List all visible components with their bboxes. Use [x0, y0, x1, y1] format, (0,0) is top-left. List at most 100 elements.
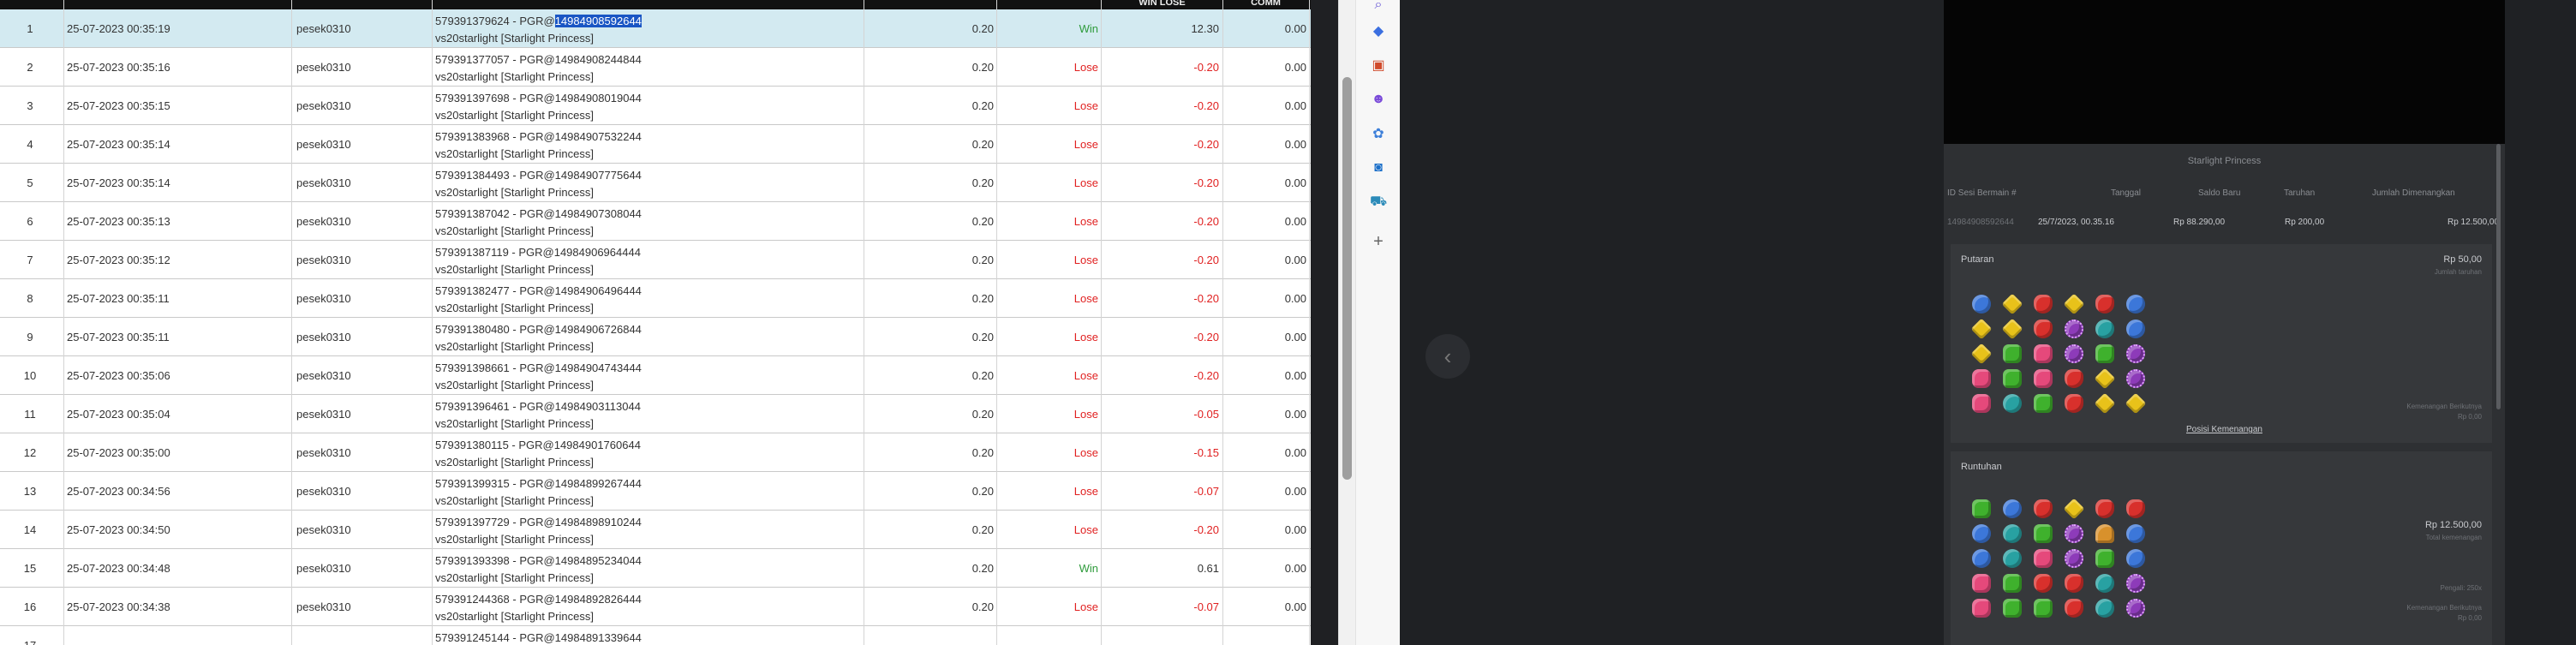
row-date: 25-07-2023 00:34:38 — [67, 600, 170, 613]
value-session-id: 14984908592644 — [1947, 218, 2014, 227]
search-icon[interactable]: ⌕ — [1370, 0, 1387, 14]
game-history-page: ‹ Starlight Princess ID Sesi Bermain # T… — [1400, 0, 2576, 645]
row-transaction-id[interactable]: 579391393398 - PGR@14984895234044 — [435, 554, 642, 567]
toolbox-icon[interactable]: ▣ — [1370, 57, 1387, 74]
row-transaction-id[interactable]: 579391398661 - PGR@14984904743444 — [435, 361, 642, 374]
row-transaction-id[interactable]: 579391397698 - PGR@14984908019044 — [435, 92, 642, 105]
row-winlose: -0.15 — [1193, 446, 1219, 459]
row-transaction-id[interactable]: 579391384493 - PGR@14984907775644 — [435, 169, 642, 182]
table-row[interactable]: 8 25-07-2023 00:35:11 pesek0310 57939138247… — [0, 279, 1311, 318]
row-transaction-id[interactable]: 579391396461 - PGR@14984903113044 — [435, 400, 641, 413]
row-winlose: 0.61 — [1197, 562, 1219, 575]
row-status — [1000, 626, 1098, 645]
row-transaction-id[interactable]: 579391245144 - PGR@14984891339644 — [435, 631, 642, 644]
row-transaction-id[interactable]: 579391397729 - PGR@14984898910244 — [435, 516, 642, 529]
row-transaction-id[interactable]: 579391399315 - PGR@14984899267444 — [435, 477, 642, 490]
spin-symbol — [2034, 368, 2053, 388]
row-transaction-id[interactable]: 579391382477 - PGR@14984906496444 — [435, 284, 642, 297]
row-commission: 0.00 — [1284, 292, 1306, 305]
spin-symbol — [2126, 343, 2145, 363]
table-row[interactable]: 14 25-07-2023 00:34:50 pesek0310 5793913977… — [0, 511, 1311, 549]
column-divider — [996, 0, 997, 645]
column-divider — [432, 0, 433, 645]
panel-scrollbar[interactable] — [2496, 144, 2501, 409]
spin-label: Putaran — [1961, 254, 1994, 265]
outlook-icon[interactable]: ◙ — [1370, 159, 1387, 176]
table-row[interactable]: 2 25-07-2023 00:35:16 pesek0310 57939137705… — [0, 48, 1311, 87]
row-username: pesek0310 — [296, 523, 351, 536]
spin-symbol — [2065, 393, 2083, 413]
row-status: Lose — [1073, 215, 1098, 228]
tag-icon[interactable]: ◆ — [1370, 22, 1387, 39]
spin-symbol — [1972, 393, 1991, 413]
table-row[interactable]: 5 25-07-2023 00:35:14 pesek0310 57939138449… — [0, 164, 1311, 202]
header-win: Jumlah Dimenangkan — [2372, 188, 2455, 198]
row-status: Lose — [1073, 254, 1098, 266]
row-transaction-id[interactable]: 579391387042 - PGR@14984907308044 — [435, 207, 642, 220]
row-commission: 0.00 — [1284, 446, 1306, 459]
row-bet: 0.20 — [971, 215, 994, 228]
row-description: 579391397729 - PGR@14984898910244 vs20sta… — [435, 511, 864, 549]
row-username: pesek0310 — [296, 176, 351, 189]
row-bet: 0.20 — [971, 138, 994, 151]
column-header-winlose: WIN LOSE — [1139, 0, 1186, 8]
column-divider — [1309, 0, 1310, 645]
row-transaction-id[interactable]: 579391377057 - PGR@14984908244844 — [435, 53, 642, 66]
row-transaction-id[interactable]: 579391244368 - PGR@14984892826444 — [435, 593, 642, 606]
spin-symbol — [2125, 392, 2147, 414]
row-transaction-id[interactable]: 579391387119 - PGR@14984906964444 — [435, 246, 641, 259]
table-row[interactable]: 3 25-07-2023 00:35:15 pesek0310 57939139769… — [0, 87, 1311, 125]
row-description: 579391387119 - PGR@14984906964444 vs20sta… — [435, 241, 864, 279]
tumble-note: Total kemenangan — [2425, 534, 2482, 541]
browser-sidebar: ⌕ ◆ ▣ ☻ ✿ ◙ ⛟ + — [1355, 0, 1402, 645]
table-row[interactable]: 4 25-07-2023 00:35:14 pesek0310 57939138396… — [0, 125, 1311, 164]
row-winlose: -0.20 — [1193, 176, 1219, 189]
table-row[interactable]: 15 25-07-2023 00:34:48 pesek0310 5793913933… — [0, 549, 1311, 588]
table-row[interactable]: 7 25-07-2023 00:35:12 pesek0310 57939138711… — [0, 241, 1311, 279]
row-status: Lose — [1073, 369, 1098, 382]
row-number: 14 — [23, 523, 37, 536]
table-row[interactable]: 1 25-07-2023 00:35:19 pesek0310 57939137962… — [0, 9, 1311, 48]
row-username: pesek0310 — [296, 22, 351, 35]
table-row[interactable]: 11 25-07-2023 00:35:04 pesek0310 5793913964… — [0, 395, 1311, 433]
table-row[interactable]: 13 25-07-2023 00:34:56 pesek0310 5793913993… — [0, 472, 1311, 511]
row-game-name: vs20starlight [Starlight Princess] — [435, 70, 594, 83]
row-description: 579391383968 - PGR@14984907532244 vs20sta… — [435, 125, 864, 164]
row-winlose: -0.20 — [1193, 215, 1219, 228]
selected-text[interactable]: 14984908592644 — [554, 15, 642, 27]
table-row[interactable]: 16 25-07-2023 00:34:38 pesek0310 5793912443… — [0, 588, 1311, 626]
scrollbar-thumb[interactable] — [1342, 77, 1352, 480]
add-icon[interactable]: + — [1370, 232, 1387, 251]
table-row[interactable]: 12 25-07-2023 00:35:00 pesek0310 5793913801… — [0, 433, 1311, 472]
tumble-footnote-1: Pengali: 250x — [2440, 584, 2482, 592]
row-bet: 0.20 — [971, 254, 994, 266]
table-scrollbar[interactable] — [1338, 0, 1356, 645]
row-winlose: -0.20 — [1193, 369, 1219, 382]
row-transaction-id[interactable]: 579391380480 - PGR@14984906726844 — [435, 323, 642, 336]
table-row[interactable]: 10 25-07-2023 00:35:06 pesek0310 5793913986… — [0, 356, 1311, 395]
win-positions-link[interactable]: Posisi Kemenangan — [1944, 425, 2505, 434]
row-description: 579391244368 - PGR@14984892826444 vs20sta… — [435, 588, 864, 626]
row-date: 25-07-2023 00:35:11 — [67, 292, 170, 305]
row-commission — [1225, 626, 1306, 645]
spin-note: Jumlah taruhan — [2434, 268, 2482, 276]
tumble-symbol — [2126, 573, 2145, 593]
row-transaction-id[interactable]: 579391383968 - PGR@14984907532244 — [435, 130, 642, 143]
table-row[interactable]: 6 25-07-2023 00:35:13 pesek0310 57939138704… — [0, 202, 1311, 241]
table-row[interactable]: 9 25-07-2023 00:35:11 pesek0310 57939138048… — [0, 318, 1311, 356]
table-row[interactable]: 17 579391245144 - PGR@14984891339644 — [0, 626, 1311, 645]
spin-symbol — [2095, 319, 2114, 338]
back-arrow-icon[interactable]: ‹ — [1425, 334, 1470, 379]
people-icon[interactable]: ☻ — [1370, 91, 1387, 108]
row-bet: 0.20 — [971, 331, 994, 343]
row-bet: 0.20 — [971, 485, 994, 498]
row-transaction-id[interactable]: 579391380115 - PGR@14984901760644 — [435, 439, 641, 451]
row-commission: 0.00 — [1284, 562, 1306, 575]
row-username: pesek0310 — [296, 138, 351, 151]
settings-icon[interactable]: ✿ — [1370, 125, 1387, 142]
cart-icon[interactable]: ⛟ — [1370, 194, 1387, 211]
row-transaction-id[interactable]: 579391379624 - PGR@ — [435, 15, 555, 27]
spin-symbol — [2126, 294, 2145, 314]
spin-symbol — [2001, 318, 2023, 339]
row-description: 579391380115 - PGR@14984901760644 vs20sta… — [435, 433, 864, 472]
